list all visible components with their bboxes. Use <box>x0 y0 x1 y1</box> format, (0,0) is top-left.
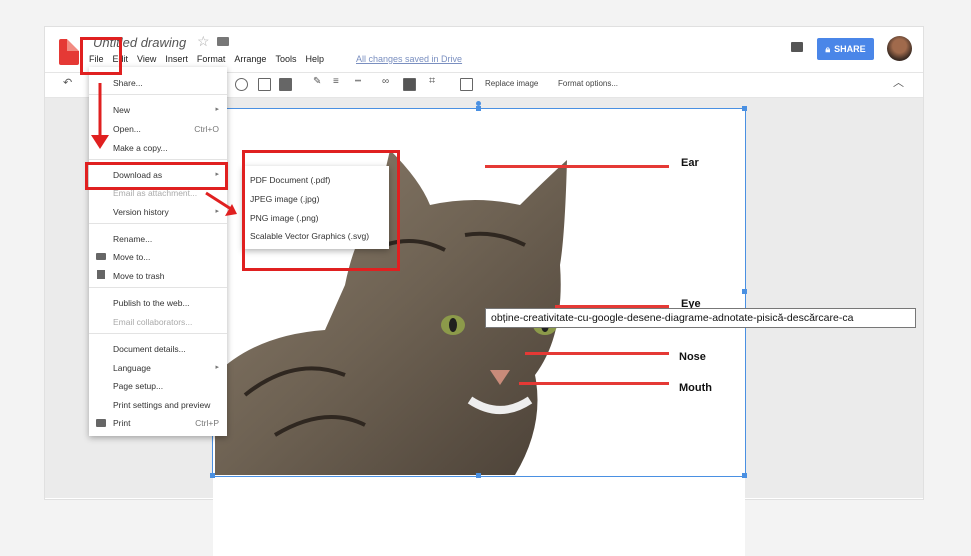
resize-handle[interactable] <box>742 473 747 478</box>
ear-label[interactable]: Ear <box>681 157 699 169</box>
undo-icon[interactable]: ↶ <box>63 76 72 89</box>
menu-divider <box>89 159 227 160</box>
folder-icon <box>96 253 106 260</box>
format-options-button[interactable]: Format options... <box>558 79 618 88</box>
trash-icon <box>97 270 105 279</box>
menu-insert[interactable]: Insert <box>165 54 188 64</box>
highlight-download-as <box>85 162 228 190</box>
image-icon[interactable] <box>279 78 292 91</box>
menu-divider <box>89 223 227 224</box>
annotation-arrow-right <box>205 191 237 216</box>
drawings-logo-icon[interactable] <box>59 39 79 65</box>
menu-item-move-to[interactable]: Move to... <box>113 252 150 262</box>
resize-handle[interactable] <box>742 289 747 294</box>
shortcut-open: Ctrl+O <box>194 124 219 134</box>
share-button[interactable]: 🔒︎ SHARE <box>817 38 874 60</box>
ear-arrow[interactable] <box>485 165 669 168</box>
text-box-icon[interactable] <box>258 78 271 91</box>
menu-divider <box>89 333 227 334</box>
menu-item-new[interactable]: New <box>113 105 130 115</box>
mask-image-icon[interactable] <box>460 78 473 91</box>
menu-view[interactable]: View <box>137 54 156 64</box>
menu-item-share[interactable]: Share... <box>113 78 143 88</box>
menu-item-version-history[interactable]: Version history <box>113 207 169 217</box>
mouth-arrow[interactable] <box>519 382 669 385</box>
highlight-download-formats <box>242 150 400 271</box>
menu-item-move-to-trash[interactable]: Move to trash <box>113 271 165 281</box>
shape-icon[interactable] <box>235 78 248 91</box>
share-label: SHARE <box>834 44 866 54</box>
add-comment-icon[interactable] <box>403 78 416 91</box>
folder-icon[interactable] <box>217 37 229 46</box>
shortcut-print: Ctrl+P <box>195 418 219 428</box>
replace-image-button[interactable]: Replace image <box>485 79 538 88</box>
save-status[interactable]: All changes saved in Drive <box>356 54 462 64</box>
submenu-arrow-icon: ▸ <box>215 364 219 371</box>
star-icon[interactable]: ☆ <box>197 33 210 50</box>
resize-handle[interactable] <box>476 473 481 478</box>
rotate-handle[interactable] <box>476 101 481 106</box>
line-dash-icon[interactable]: ┅ <box>355 76 361 87</box>
menu-item-print-settings[interactable]: Print settings and preview <box>113 400 210 410</box>
menu-arrange[interactable]: Arrange <box>234 54 266 64</box>
menu-item-publish[interactable]: Publish to the web... <box>113 298 190 308</box>
submenu-arrow-icon: ▸ <box>215 106 219 113</box>
avatar[interactable] <box>887 36 912 61</box>
nose-arrow[interactable] <box>525 352 669 355</box>
menu-item-print[interactable]: Print <box>113 418 130 428</box>
menu-item-document-details[interactable]: Document details... <box>113 344 186 354</box>
link-icon[interactable]: ∞ <box>382 76 389 87</box>
menu-item-make-copy[interactable]: Make a copy... <box>113 143 168 153</box>
highlight-file-menu <box>80 37 122 75</box>
printer-icon <box>96 419 106 427</box>
menu-help[interactable]: Help <box>305 54 324 64</box>
resize-handle[interactable] <box>742 106 747 111</box>
annotation-arrow-down <box>91 83 109 149</box>
menu-divider <box>89 287 227 288</box>
mouth-label[interactable]: Mouth <box>679 382 712 394</box>
comments-icon[interactable] <box>791 42 803 52</box>
menu-tools[interactable]: Tools <box>275 54 296 64</box>
menu-format[interactable]: Format <box>197 54 226 64</box>
resize-handle[interactable] <box>476 106 481 111</box>
menu-item-rename[interactable]: Rename... <box>113 234 152 244</box>
nose-label[interactable]: Nose <box>679 351 706 363</box>
app-window: Untitled drawing ☆ File Edit View Insert… <box>44 26 924 556</box>
lock-icon: 🔒︎ <box>825 43 831 54</box>
line-color-icon[interactable]: ✎ <box>313 76 321 87</box>
menu-item-open[interactable]: Open... <box>113 124 141 134</box>
tooltip: obține-creativitate-cu-google-desene-dia… <box>485 308 916 328</box>
resize-handle[interactable] <box>210 473 215 478</box>
line-weight-icon[interactable]: ≡ <box>333 76 339 87</box>
collapse-toolbar-icon[interactable]: ︿ <box>893 74 904 90</box>
crop-icon[interactable]: ⌗ <box>429 75 435 88</box>
menu-item-email-collaborators[interactable]: Email collaborators... <box>113 317 192 327</box>
menu-bar: File Edit View Insert Format Arrange Too… <box>89 54 324 64</box>
menu-item-language[interactable]: Language <box>113 363 151 373</box>
menu-item-page-setup[interactable]: Page setup... <box>113 381 163 391</box>
